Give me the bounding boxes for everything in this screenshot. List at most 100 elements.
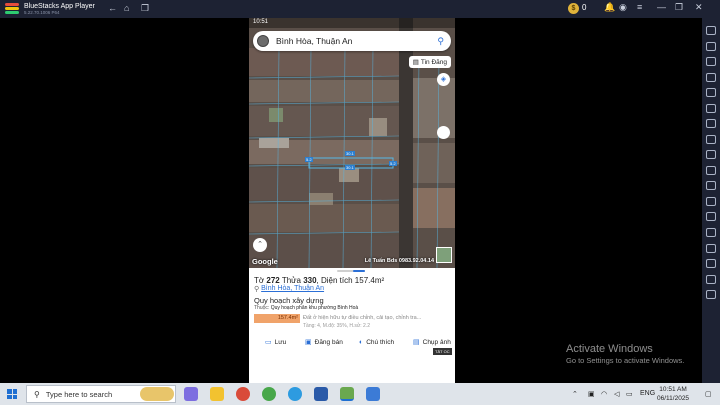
toolbar-record-icon[interactable] — [706, 150, 716, 159]
google-logo: Google — [252, 257, 278, 266]
satellite-map[interactable]: 30.1 30.1 5.2 5.2 10:51 Bình Hòa, Thuận … — [249, 18, 455, 268]
plot-edge-label: 30.1 — [345, 151, 355, 156]
toolbar-rotate-icon[interactable] — [706, 197, 716, 206]
account-icon[interactable]: ◉ — [619, 2, 627, 13]
location-link[interactable]: ⚲ Bình Hòa, Thuận An — [254, 285, 324, 293]
location-pin-icon: ⚲ — [254, 286, 260, 293]
layers-icon[interactable]: ◈ — [437, 73, 450, 86]
megaphone-icon: ▣ — [305, 339, 312, 346]
toolbar-volume-icon[interactable] — [706, 212, 716, 221]
android-screen: 30.1 30.1 5.2 5.2 10:51 Bình Hòa, Thuận … — [249, 18, 455, 383]
camera-icon: ▤ — [413, 339, 420, 346]
sheet-indicator — [353, 270, 365, 272]
taskbar-search-input[interactable]: Type here to search — [46, 390, 112, 399]
toolbar-location-icon[interactable] — [706, 166, 716, 175]
tray-app-icon[interactable]: ▣ — [588, 390, 595, 398]
coin-count: 0 — [582, 3, 587, 12]
app-icon-green[interactable] — [262, 387, 276, 401]
volume-icon[interactable]: ◁ — [614, 390, 619, 398]
plot-edge-label: 5.2 — [389, 161, 397, 166]
tin-dang-button[interactable]: ▤ Tin Đăng — [408, 56, 451, 68]
parcel-area: 157.4m² — [354, 276, 385, 285]
bluestacks-taskbar-icon[interactable] — [340, 387, 354, 401]
search-icon: ⚲ — [34, 389, 40, 399]
activate-windows-watermark: Activate Windows Go to Settings to activ… — [566, 343, 685, 365]
chu-thich-button[interactable]: ◐ Chú thích — [359, 339, 394, 346]
restore-icon[interactable]: ❐ — [675, 2, 683, 13]
listing-icon: ▤ — [412, 59, 419, 66]
owner-watermark: Lê Tuấn Bds 0983.92.04.14 — [364, 258, 434, 264]
multitask-icon[interactable]: ❐ — [141, 3, 149, 14]
toolbar-eco-icon[interactable] — [706, 228, 716, 237]
language-indicator[interactable]: ENG — [640, 390, 655, 397]
avatar[interactable] — [257, 35, 269, 47]
toolbar-screenshot-icon[interactable] — [706, 119, 716, 128]
close-icon[interactable]: ✕ — [695, 2, 703, 13]
app-icon-blue[interactable] — [314, 387, 328, 401]
back-icon[interactable]: ← — [108, 3, 117, 13]
dang-ban-button[interactable]: ▣ Đăng bán — [305, 338, 343, 347]
search-input[interactable]: Bình Hòa, Thuận An — [276, 36, 437, 46]
notification-icon[interactable]: ▢ — [705, 390, 712, 398]
home-icon[interactable]: ⌂ — [124, 3, 129, 13]
minimize-icon[interactable]: — — [657, 2, 666, 12]
save-button[interactable]: ▭ Lưu — [265, 338, 286, 347]
menu-icon[interactable]: ≡ — [637, 2, 642, 12]
toolbar-play-icon[interactable] — [706, 57, 716, 66]
toolbar-shake-icon[interactable] — [706, 181, 716, 190]
plot-edge-label: 5.2 — [305, 157, 313, 162]
tin-dang-label: Tin Đăng — [420, 58, 447, 66]
battery-icon[interactable]: ▭ — [626, 390, 633, 398]
notification-bell-icon[interactable]: 🔔 — [604, 2, 615, 13]
toolbar-apk-icon[interactable] — [706, 104, 716, 113]
toolbar-macro-icon[interactable] — [706, 88, 716, 97]
search-icon[interactable]: ⚲ — [437, 36, 444, 47]
action-bar: ▭ Lưu ▣ Đăng bán ◐ Chú thích ▤ Chụp ảnh — [249, 334, 455, 350]
bluestacks-side-toolbar — [702, 18, 720, 383]
toolbar-expand-icon[interactable] — [706, 26, 716, 35]
wifi-icon[interactable]: ◠ — [601, 390, 607, 398]
copilot-icon[interactable] — [184, 387, 198, 401]
tray-chevron-up-icon[interactable]: ⌃ — [572, 390, 578, 398]
file-explorer-icon[interactable] — [210, 387, 224, 401]
chrome-icon[interactable] — [236, 387, 250, 401]
calculator-icon[interactable] — [366, 387, 380, 401]
plot-edge-label: 30.1 — [345, 165, 355, 170]
status-time: 10:51 — [253, 19, 269, 25]
toolbar-back-icon[interactable] — [706, 275, 716, 284]
tat-oc-label[interactable]: TẮT OC — [433, 348, 452, 355]
zone-details: Tầng: 4, M.độ: 35%, H.sử: 2.2 — [303, 323, 370, 329]
zone-description[interactable]: Đất ở hiện hữu tự điều chỉnh, cải tạo, c… — [303, 314, 421, 323]
parcel-summary: Tờ 272 Thửa 330, Diện tích 157.4m² — [254, 276, 385, 285]
bookmark-icon: ▭ — [265, 339, 272, 346]
parcel-to: 272 — [266, 276, 280, 285]
toolbar-folder-icon[interactable] — [706, 135, 716, 144]
weather-widget-icon[interactable] — [140, 387, 174, 401]
android-status-bar: 10:51 — [249, 18, 455, 28]
chevron-up-icon[interactable]: ⌃ — [253, 238, 267, 252]
zone-area-badge: 157.4m² — [254, 314, 300, 323]
bluestacks-title-bar: BlueStacks App Player 5.22.70.1006 P64 ←… — [0, 0, 720, 18]
map-control-button[interactable] — [437, 126, 450, 139]
chup-anh-button[interactable]: ▤ Chụp ảnh — [413, 338, 451, 347]
toolbar-keyboard-icon[interactable] — [706, 42, 716, 51]
app-version: 5.22.70.1006 P64 — [24, 9, 60, 15]
toolbar-home-icon[interactable] — [706, 290, 716, 299]
windows-taskbar: ⚲ Type here to search ⌃ ▣ ◠ ◁ ▭ ENG 10:5… — [0, 383, 720, 405]
coin-icon[interactable]: $ — [568, 3, 579, 14]
zalo-icon[interactable] — [288, 387, 302, 401]
window-title: BlueStacks App Player — [24, 2, 95, 10]
location-search-bar[interactable]: Bình Hòa, Thuận An ⚲ — [253, 31, 451, 51]
toolbar-gamepad-icon[interactable] — [706, 73, 716, 82]
map-thumbnail[interactable] — [436, 247, 452, 263]
windows-start-icon[interactable] — [7, 389, 17, 399]
taskbar-clock[interactable]: 10:51 AM 06/11/2025 — [657, 385, 689, 403]
planning-title: Quy hoạch xây dựng — [254, 296, 324, 305]
parcel-info-sheet: Tờ 272 Thửa 330, Diện tích 157.4m² ⚲ Bìn… — [249, 268, 455, 383]
toolbar-multi-instance-icon[interactable] — [706, 244, 716, 253]
planning-subtitle: Thuộc: Quy hoạch phân khu phường Bình Ho… — [254, 305, 359, 311]
parcel-thua: 330 — [303, 276, 317, 285]
bluestacks-logo-icon — [5, 3, 19, 15]
note-icon: ◐ — [359, 338, 364, 346]
toolbar-settings-icon[interactable] — [706, 259, 716, 268]
